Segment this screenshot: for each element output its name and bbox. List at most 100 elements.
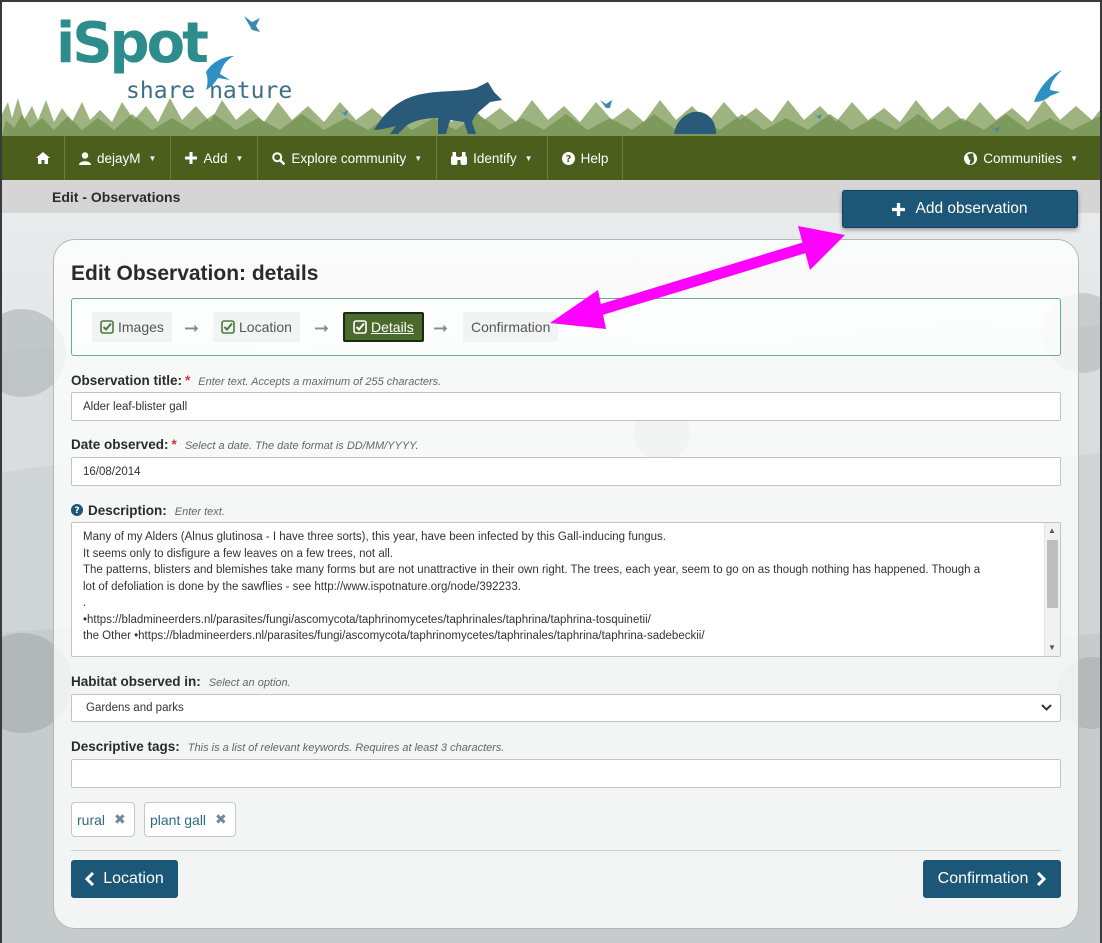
title-input[interactable]: Alder leaf-blister gall: [71, 392, 1061, 421]
svg-text:?: ?: [565, 154, 571, 165]
edit-observation-panel: Edit Observation: details Images ➞ Locat…: [53, 239, 1079, 929]
tags-label: Descriptive tags: This is a list of relev…: [71, 739, 504, 754]
tags-label-text: Descriptive tags:: [71, 739, 180, 754]
form-divider: [71, 850, 1061, 851]
nav-user-label: dejayM: [97, 150, 141, 166]
site-header: iSpot share nature: [2, 2, 1100, 136]
scrollbar-thumb[interactable]: [1047, 540, 1058, 608]
wizard-steps: Images ➞ Location ➞ Details ➞ Confirmati…: [71, 298, 1061, 356]
caret-down-icon: ▼: [148, 153, 157, 163]
nav-communities-menu[interactable]: Communities ▼: [950, 136, 1100, 180]
description-scrollbar[interactable]: ▲ ▼: [1044, 523, 1060, 656]
nav-help[interactable]: ? Help: [548, 136, 624, 180]
chevron-right-icon: [1037, 872, 1047, 886]
chevron-left-icon: [85, 872, 95, 886]
tags-input[interactable]: [71, 759, 1061, 788]
back-location-button[interactable]: Location: [71, 860, 178, 898]
remove-tag-icon[interactable]: ✖: [114, 811, 126, 828]
tag-chip: rural ✖: [71, 802, 135, 837]
step-label: Details: [371, 319, 414, 335]
home-icon: [36, 152, 50, 164]
help-circle-icon[interactable]: ?: [71, 504, 83, 516]
description-label: ? Description: Enter text.: [71, 503, 225, 518]
checkbox-checked-icon: [221, 320, 235, 334]
add-observation-button[interactable]: Add observation: [842, 190, 1078, 228]
plus-icon: [892, 202, 906, 216]
tag-label: plant gall: [150, 811, 207, 828]
nav-add-label: Add: [203, 150, 228, 166]
date-hint: Select a date. The date format is DD/MM/…: [184, 440, 419, 452]
date-label-text: Date observed:: [71, 437, 169, 452]
step-confirmation[interactable]: Confirmation: [463, 312, 559, 342]
nav-home[interactable]: [2, 136, 65, 180]
tag-chip: plant gall ✖: [144, 802, 236, 837]
required-mark: *: [171, 437, 177, 452]
page-title: Edit Observation: details: [71, 262, 319, 285]
help-icon: ?: [561, 151, 575, 165]
binoculars-icon: [451, 151, 468, 165]
breadcrumb-label: Edit - Observations: [52, 189, 181, 205]
step-details[interactable]: Details: [343, 312, 424, 342]
description-line: It seems only to disfigure a few leaves …: [83, 547, 394, 560]
step-label: Confirmation: [471, 319, 551, 335]
title-label-text: Observation title:: [71, 373, 183, 388]
caret-down-icon: ▼: [235, 153, 244, 163]
habitat-hint: Select an option.: [208, 677, 291, 689]
remove-tag-icon[interactable]: ✖: [215, 811, 227, 828]
habitat-selected-value: Gardens and parks: [86, 702, 184, 714]
back-button-label: Location: [103, 870, 164, 887]
nav-user-menu[interactable]: dejayM ▼: [65, 136, 172, 180]
habitat-label-text: Habitat observed in:: [71, 674, 201, 689]
search-icon: [272, 151, 286, 165]
tags-hint: This is a list of relevant keywords. Req…: [187, 742, 505, 754]
step-location[interactable]: Location: [213, 312, 300, 342]
nav-explore-label: Explore community: [291, 150, 407, 166]
nav-communities-label: Communities: [983, 150, 1063, 166]
scroll-up-icon[interactable]: ▲: [1048, 526, 1056, 535]
description-line: .: [83, 597, 87, 609]
nav-help-label: Help: [580, 150, 609, 166]
add-observation-label: Add observation: [915, 200, 1028, 217]
caret-down-icon: ▼: [1070, 153, 1078, 163]
description-hint: Enter text.: [174, 506, 225, 518]
description-line: the Other •https://bladmineerders.nl/par…: [83, 630, 705, 642]
arrow-right-icon: ➞: [184, 318, 200, 338]
step-label: Location: [239, 319, 292, 335]
step-images[interactable]: Images: [92, 312, 172, 342]
arrow-right-icon: ➞: [314, 318, 330, 338]
logo-text: iSpot: [56, 11, 209, 76]
svg-text:?: ?: [74, 505, 79, 516]
nav-identify-label: Identify: [473, 150, 517, 166]
logo-tagline: share nature: [126, 78, 293, 104]
title-hint: Enter text. Accepts a maximum of 255 cha…: [198, 376, 442, 388]
globe-icon: [964, 151, 978, 165]
description-text: Many of my Alders (Alnus glutinosa - I h…: [83, 529, 1043, 645]
main-navigation: dejayM ▼ Add ▼ Explore community ▼ Ident…: [2, 136, 1100, 180]
ispot-logo[interactable]: iSpot: [56, 16, 209, 72]
checkbox-checked-icon: [100, 320, 114, 334]
caret-down-icon: ▼: [524, 153, 533, 163]
arrow-right-icon: ➞: [433, 318, 449, 338]
description-line: lot of defoliation is done by the sawfli…: [83, 580, 521, 593]
description-line: Many of my Alders (Alnus glutinosa - I h…: [83, 531, 666, 543]
tag-label: rural: [77, 811, 106, 828]
date-label: Date observed: * Select a date. The date f…: [71, 437, 419, 452]
nav-explore-menu[interactable]: Explore community ▼: [258, 136, 438, 180]
habitat-select[interactable]: Gardens and parks: [71, 694, 1061, 722]
user-icon: [79, 151, 91, 165]
step-label: Images: [118, 319, 164, 335]
description-textarea[interactable]: Many of my Alders (Alnus glutinosa - I h…: [71, 522, 1061, 657]
description-line: •https://bladmineerders.nl/parasites/fun…: [83, 613, 651, 626]
habitat-label: Habitat observed in: Select an option.: [71, 674, 291, 689]
next-confirmation-button[interactable]: Confirmation: [923, 860, 1061, 898]
description-label-text: Description:: [88, 503, 167, 518]
nav-add-menu[interactable]: Add ▼: [171, 136, 259, 180]
scroll-down-icon[interactable]: ▼: [1048, 643, 1056, 652]
next-button-label: Confirmation: [937, 870, 1029, 887]
nav-identify-menu[interactable]: Identify ▼: [437, 136, 548, 180]
hedgehog-silhouette: [674, 111, 716, 134]
required-mark: *: [185, 373, 191, 388]
date-input[interactable]: 16/08/2014: [71, 457, 1061, 486]
description-line: The patterns, blisters and blemishes tak…: [83, 564, 981, 576]
caret-down-icon: ▼: [414, 153, 423, 163]
